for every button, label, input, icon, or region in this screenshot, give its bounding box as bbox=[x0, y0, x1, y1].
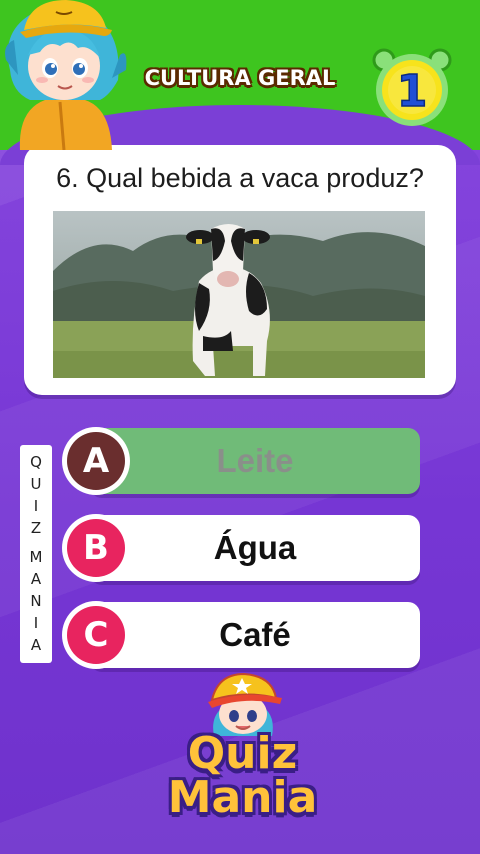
answer-option-c[interactable]: Café C bbox=[62, 601, 420, 672]
category-title: CULTURA GERAL bbox=[144, 66, 336, 90]
side-brand-letter: U bbox=[30, 474, 42, 493]
answer-letter: B bbox=[67, 519, 125, 577]
answer-letter: C bbox=[67, 606, 125, 664]
side-brand-letter: A bbox=[30, 636, 42, 655]
side-brand-letter: A bbox=[30, 570, 42, 589]
logo-line-mania: Mania bbox=[167, 772, 318, 823]
side-brand-vertical: Q U I Z M A N I A bbox=[20, 445, 52, 663]
side-brand-letter: Z bbox=[30, 518, 42, 537]
side-brand-letter: I bbox=[33, 496, 39, 515]
logo-line-quiz: Quiz bbox=[187, 728, 298, 779]
answer-option-b[interactable]: Água B bbox=[62, 514, 420, 585]
answer-letter-badge: B bbox=[62, 514, 130, 582]
answer-letter: A bbox=[67, 432, 125, 490]
answer-letter-badge: A bbox=[62, 427, 130, 495]
question-card: 6. Qual bebida a vaca produz? bbox=[24, 145, 456, 395]
side-brand-letter: M bbox=[29, 548, 43, 567]
side-brand-letter: I bbox=[33, 614, 39, 633]
alarm-clock-timer-icon: 1 bbox=[372, 48, 452, 126]
cow-photo bbox=[53, 211, 425, 378]
answer-letter-badge: C bbox=[62, 601, 130, 669]
answer-label: Leite bbox=[90, 428, 420, 494]
mascot-girl-icon bbox=[5, 0, 127, 150]
question-text: 6. Qual bebida a vaca produz? bbox=[56, 163, 424, 193]
side-brand-letter: Q bbox=[30, 452, 42, 471]
answer-label: Café bbox=[90, 602, 420, 668]
answer-option-a[interactable]: Leite A bbox=[62, 427, 420, 498]
logo-mascot-icon bbox=[208, 672, 282, 736]
side-brand-letter: N bbox=[30, 592, 42, 611]
timer-value: 1 bbox=[397, 66, 428, 117]
quiz-mania-logo: Quiz Mania bbox=[160, 670, 325, 820]
answer-label: Água bbox=[90, 515, 420, 581]
